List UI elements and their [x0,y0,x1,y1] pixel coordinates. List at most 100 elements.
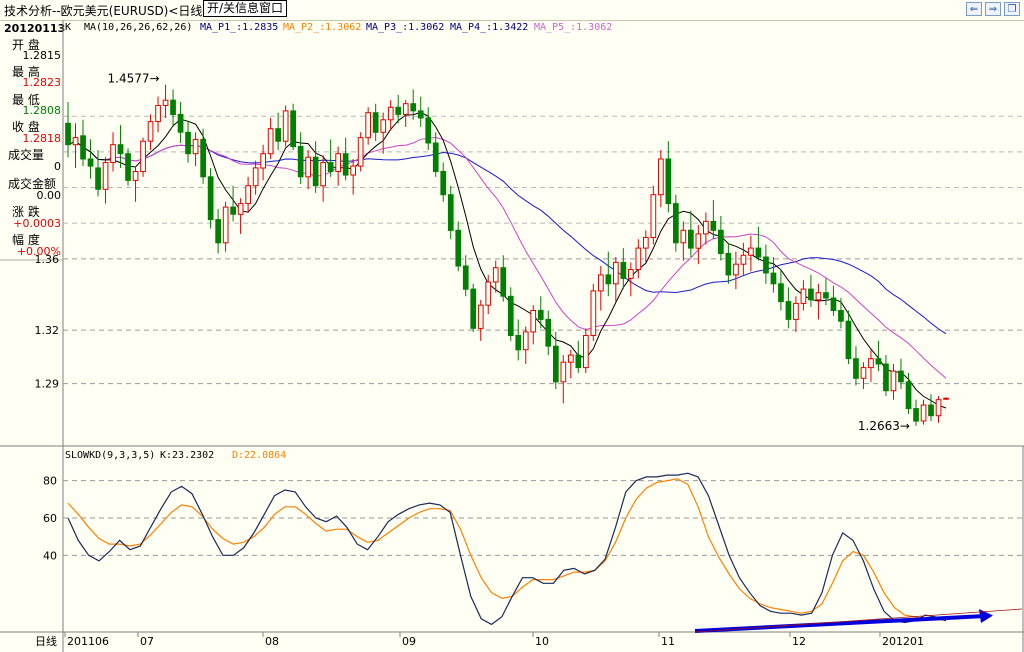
candle-body [260,153,266,169]
candle-body [875,358,882,365]
candle-body [350,165,356,176]
candle-body [680,229,687,244]
candle-body [170,99,176,115]
candle-body [507,295,514,336]
candle-body [267,128,274,155]
candle-body [703,220,709,235]
candle-body [125,153,131,181]
x-tick-label: 08 [265,635,279,648]
chart-frame [0,20,1024,652]
candle-body [695,233,702,249]
kd-d-line [67,478,947,622]
axis-labels: 1.36 1.32 1.29 1.4577→ 1.2663→ 80 60 40 日线 201106… [35,72,925,648]
kd-k-line [67,472,947,626]
candle-body [447,194,454,231]
candle-body [920,404,927,422]
candle-body [830,297,837,311]
candle-body [793,302,799,320]
gridlines [63,115,1022,556]
candle-body [192,138,199,155]
candle-body [845,320,852,360]
candle-body [537,310,544,320]
candle-body [658,158,664,196]
candle-body [102,162,109,190]
kd-tick-label: 80 [43,475,57,488]
candle-body [673,203,679,244]
ma-slow-line [67,140,947,335]
candle-body [282,110,289,142]
candle-body [275,128,281,142]
chart-canvas[interactable]: 1.36 1.32 1.29 1.4577→ 1.2663→ 80 60 40 日线 201106… [0,0,1024,652]
candle-body [665,158,672,205]
candle-body [905,381,912,409]
candle-body [395,106,402,115]
candle-body [132,171,139,181]
candle-body [530,310,537,333]
candle-body [522,331,529,351]
candle-body [365,112,371,139]
price-tick-label: 1.29 [35,378,60,391]
candle-body [710,220,717,231]
candle-body [605,274,612,285]
x-tick-label: 12 [792,635,806,648]
x-tick-label: 11 [661,635,675,648]
moving-average-lines [67,111,947,409]
candle-body [470,288,477,329]
candle-body [898,370,904,383]
candle-body [635,247,642,271]
candle-body [237,203,244,215]
high-annotation: 1.4577→ [108,72,160,86]
candle-body [748,247,754,256]
candle-body [838,310,844,322]
candle-body [943,397,949,400]
candle-body [80,135,86,160]
low-annotation: 1.2663→ [858,419,910,433]
x-tick-label: 201106 [67,635,109,648]
candle-body [147,121,154,142]
candle-body [410,103,417,112]
candle-body [177,113,184,133]
candlesticks [65,84,949,426]
candle-body [763,256,769,274]
price-tick-label: 1.36 [35,253,60,266]
candle-body [913,408,919,422]
candle-body [613,261,619,285]
candle-body [883,363,889,392]
candle-body [492,267,499,283]
candle-body [215,219,222,244]
candle-body [545,318,552,347]
ma-fast-line [67,111,947,409]
candle-body [327,162,334,173]
candle-body [357,137,364,167]
candle-body [823,292,829,299]
candle-body [620,261,627,279]
candle-body [380,119,387,133]
candle-body [800,288,807,304]
candle-body [770,272,777,285]
candle-body [583,335,589,369]
candle-body [740,254,747,265]
candle-body [110,144,116,163]
candle-body [485,281,492,306]
candle-body [725,253,732,276]
candle-body [890,370,897,392]
price-tick-label: 1.32 [35,324,60,337]
candle-body [628,269,634,279]
trend-thin-line [694,608,1023,633]
candle-body [297,146,304,178]
candle-body [335,153,341,172]
candle-body [590,290,597,336]
candle-body [95,167,101,190]
candle-body [477,304,484,329]
x-tick-label: 09 [402,635,416,648]
candle-body [853,358,859,379]
candle-body [598,274,604,292]
candle-body [387,106,394,121]
candle-body [87,158,94,167]
candle-body [462,265,469,290]
candle-body [553,345,559,383]
candle-body [568,354,574,363]
candle-body [500,267,507,297]
x-tick-label: 201201 [882,635,924,648]
x-tick-label: 07 [140,635,154,648]
